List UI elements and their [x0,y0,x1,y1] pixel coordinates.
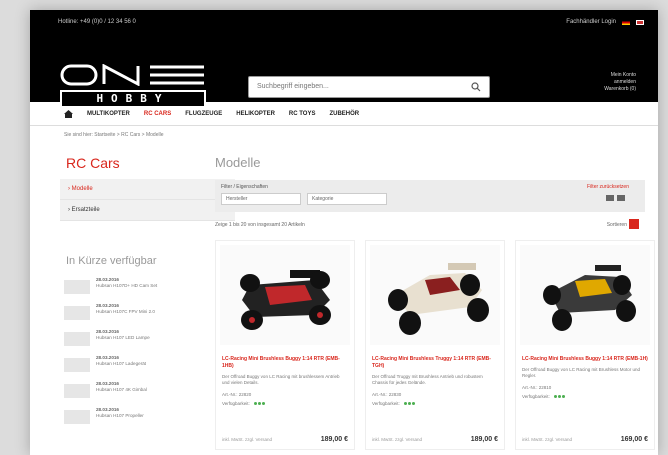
availability-label: Verfügbarkeit: [522,394,550,399]
availability-label: Verfügbarkeit: [222,401,250,406]
item-text[interactable]: Hubsan H107 Ladegerät [96,361,146,367]
list-item[interactable]: 28.03.2016 Hubsan H107C FPV Mini 2.0 [60,303,235,325]
availability: Verfügbarkeit: [366,397,504,406]
search-input[interactable]: Suchbegriff eingeben... [248,76,490,98]
product-grid: LC-Racing Mini Brushless Buggy 1:14 RTR … [215,240,655,450]
search-placeholder: Suchbegriff eingeben... [257,83,329,90]
price-note: inkl. MwSt. zzgl. Versand [372,437,423,442]
product-card[interactable]: LC-Racing Mini Brushless Buggy 1:14 RTR … [515,240,655,450]
sidebar-item-modelle[interactable]: › Modelle [60,179,235,200]
article-number: Art.-Nr.: 22820 [222,392,252,397]
product-thumbnail[interactable] [64,358,90,372]
account-line-2[interactable]: anmelden [604,79,636,86]
product-image-buggy-red[interactable] [220,245,350,345]
product-name[interactable]: LC-Racing Mini Brushless Buggy 1:14 RTR … [216,354,354,372]
availability-label: Verfügbarkeit: [372,401,400,406]
product-description: Der Offroad Buggy von LC Racing mit Brus… [522,367,640,378]
item-text[interactable]: Hubsan H107D+ HD Cam Set [96,283,157,289]
product-thumbnail[interactable] [64,410,90,424]
list-item[interactable]: 28.03.2016 Hubsan H107 4K Gimbal [60,381,235,403]
logo-one-mark [60,64,204,86]
availability: Verfügbarkeit: [216,397,354,406]
item-text[interactable]: Hubsan H107 Propeller [96,413,144,419]
result-count: Zeige 1 bis 20 von insgesamt 20 Artikeln [215,222,305,228]
english-flag-icon[interactable] [636,19,644,25]
cart-link[interactable]: Warenkorb (0) [604,86,636,93]
hotline-text: Hotline: +49 (0)0 / 12 34 56 0 [58,19,136,25]
list-item[interactable]: 28.03.2016 Hubsan H107 Ladegerät [60,355,235,377]
sidebar-menu: › Modelle › Ersatzteile [60,179,235,221]
product-description: Der Offroad Truggy mit Brushless Antrieb… [372,374,483,385]
product-thumbnail[interactable] [64,306,90,320]
product-thumbnail[interactable] [64,332,90,346]
site-header: HOBBY Suchbegriff eingeben... Mein Konto… [30,34,658,108]
top-bar: Hotline: +49 (0)0 / 12 34 56 0 Fachhändl… [30,10,658,34]
search-icon[interactable] [471,82,481,92]
grid-view-icon[interactable] [606,195,614,201]
logo-hobby-text: HOBBY [60,90,206,108]
product-thumbnail[interactable] [64,384,90,398]
page-title: Modelle [215,155,261,170]
result-bar: Zeige 1 bis 20 von insgesamt 20 Artikeln… [215,219,645,234]
stock-indicator-icon [553,394,566,399]
product-card[interactable]: LC-Racing Mini Brushless Truggy 1:14 RTR… [365,240,505,450]
product-image-buggy-yellow[interactable] [520,245,650,345]
price-note: inkl. MwSt. zzgl. Versand [522,437,573,442]
price-row: inkl. MwSt. zzgl. Versand 189,00 € [222,436,348,443]
german-flag-icon[interactable] [622,19,630,25]
filter-reset-link[interactable]: Filter zurücksetzen [587,184,629,190]
stock-indicator-icon [253,401,266,406]
category-select[interactable]: Kategorie [307,193,387,205]
list-item[interactable]: 28.03.2016 Hubsan H107 LED Lampe [60,329,235,351]
nav-item-flugzeuge[interactable]: FLUGZEUGE [185,111,222,117]
availability: Verfügbarkeit: [516,390,654,399]
filter-panel: Filter / Eigenschaften Hersteller Katego… [215,180,645,212]
product-name[interactable]: LC-Racing Mini Brushless Buggy 1:14 RTR … [516,354,654,365]
manufacturer-select[interactable]: Hersteller [221,193,301,205]
nav-item-helikopter[interactable]: HELIKOPTER [236,111,275,117]
product-name[interactable]: LC-Racing Mini Brushless Truggy 1:14 RTR… [366,354,504,372]
sidebar-item-ersatzteile[interactable]: › Ersatzteile [60,200,235,221]
article-number: Art.-Nr.: 22830 [372,392,402,397]
product-thumbnail[interactable] [64,280,90,294]
item-text[interactable]: Hubsan H107C FPV Mini 2.0 [96,309,155,315]
shop-page: Hotline: +49 (0)0 / 12 34 56 0 Fachhändl… [30,10,658,455]
main-content: Modelle Filter / Eigenschaften Herstelle… [215,155,655,450]
list-item[interactable]: 28.03.2016 Hubsan H107D+ HD Cam Set [60,277,235,299]
nav-item-rc-toys[interactable]: RC TOYS [289,111,316,117]
price-row: inkl. MwSt. zzgl. Versand 189,00 € [372,436,498,443]
item-text[interactable]: Hubsan H107 LED Lampe [96,335,150,341]
one-hobby-logo[interactable]: HOBBY [60,64,206,110]
sidebar-title: RC Cars [66,155,120,171]
article-number: Art.-Nr.: 22810 [522,385,552,390]
nav-item-rc-cars[interactable]: RC CARS [144,111,171,117]
view-toggle [606,195,625,201]
price-row: inkl. MwSt. zzgl. Versand 169,00 € [522,436,648,443]
price-note: inkl. MwSt. zzgl. Versand [222,437,273,442]
list-view-icon[interactable] [617,195,625,201]
sort-direction-button[interactable] [629,219,639,229]
nav-item-multikopter[interactable]: MULTIKOPTER [87,111,130,117]
coming-soon-list: 28.03.2016 Hubsan H107D+ HD Cam Set 28.03… [60,277,235,429]
sort-label[interactable]: Sortieren [607,222,627,228]
product-description: Der Offroad Buggy von LC Racing mit brus… [222,374,340,385]
dealer-login-link[interactable]: Fachhändler Login [566,19,616,25]
home-icon[interactable] [64,109,73,118]
filter-label: Filter / Eigenschaften [221,184,268,190]
nav-item-zubehoer[interactable]: ZUBEHÖR [329,111,359,117]
coming-soon-title: In Kürze verfügbar [66,255,157,267]
product-price: 169,00 € [620,436,648,443]
product-card[interactable]: LC-Racing Mini Brushless Buggy 1:14 RTR … [215,240,355,450]
account-block[interactable]: Mein Konto anmelden Warenkorb (0) [604,72,636,93]
account-line-1[interactable]: Mein Konto [604,72,636,79]
stock-indicator-icon [403,401,416,406]
list-item[interactable]: 28.03.2016 Hubsan H107 Propeller [60,407,235,429]
product-price: 189,00 € [470,436,498,443]
breadcrumb[interactable]: Sie sind hier: Startseite > RC Cars > Mo… [64,132,164,138]
product-price: 189,00 € [320,436,348,443]
product-image-truggy[interactable] [370,245,500,345]
sidebar: RC Cars › Modelle › Ersatzteile In Kürze… [60,155,235,433]
item-text[interactable]: Hubsan H107 4K Gimbal [96,387,147,393]
